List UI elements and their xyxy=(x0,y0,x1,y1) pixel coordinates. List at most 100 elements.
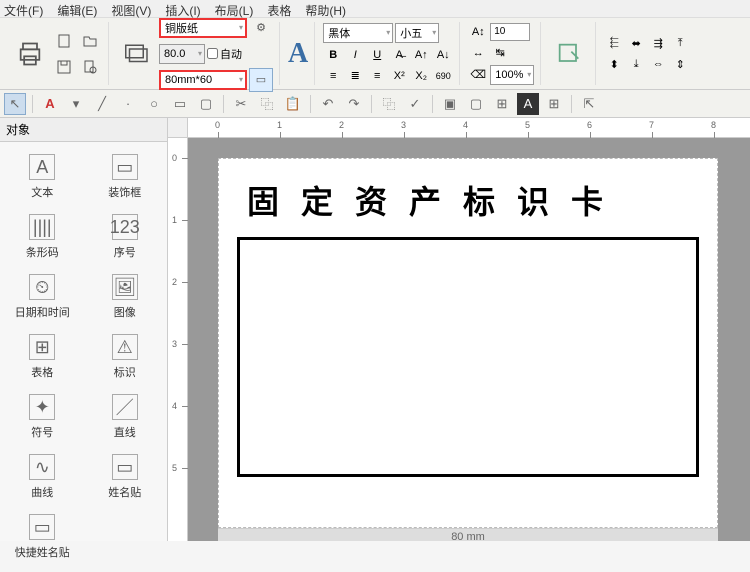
subscript-button[interactable]: X₂ xyxy=(411,67,431,85)
menu-edit[interactable]: 编辑(E) xyxy=(57,2,97,15)
dist-h-icon[interactable]: ⇔ xyxy=(648,55,668,73)
font-shrink-button[interactable]: A↓ xyxy=(433,46,453,64)
width-box[interactable]: 80.0 xyxy=(159,44,205,64)
dot-tool-icon[interactable]: · xyxy=(117,93,139,115)
line-tool-icon[interactable]: ╱ xyxy=(91,93,113,115)
align-r-icon[interactable]: ⇶ xyxy=(648,34,668,52)
leading-input[interactable] xyxy=(490,23,530,41)
zoom-combo[interactable]: 100% xyxy=(490,65,534,85)
select-tool-icon[interactable]: ↖ xyxy=(4,93,26,115)
kerning-icon[interactable]: ↹ xyxy=(490,44,510,62)
tool-装饰框[interactable]: ▭装饰框 xyxy=(89,148,162,206)
superscript-button[interactable]: X² xyxy=(389,67,409,85)
font-family-combo[interactable]: 黑体 xyxy=(323,23,393,43)
menu-help[interactable]: 帮助(H) xyxy=(305,2,346,15)
tool-快捷姓名贴[interactable]: ▭ 快捷姓名贴 xyxy=(6,508,79,566)
scale-690-button[interactable]: 690 xyxy=(433,67,453,85)
auto-checkbox[interactable]: 自动 xyxy=(207,46,242,62)
rect-tool-icon[interactable]: ▭ xyxy=(169,93,191,115)
tool-曲线[interactable]: ∿曲线 xyxy=(6,448,79,506)
tool-label: 条形码 xyxy=(26,244,59,260)
tool-日期和时间[interactable]: ⏲日期和时间 xyxy=(6,268,79,326)
tool-序号[interactable]: 123 序号 xyxy=(89,208,162,266)
align-right-button[interactable]: ≡ xyxy=(367,67,387,85)
font-size-combo[interactable]: 小五 xyxy=(395,23,439,43)
orientation-icon[interactable]: ▭ xyxy=(249,68,273,92)
layout-wizard-icon[interactable] xyxy=(549,34,589,74)
export-icon[interactable]: ⇱ xyxy=(578,93,600,115)
menu-file[interactable]: 文件(F) xyxy=(4,2,43,15)
save-icon[interactable] xyxy=(52,55,76,79)
vertical-ruler: 012345 xyxy=(168,138,188,541)
tool-icon: ▭ xyxy=(29,514,55,540)
oval-tool-icon[interactable]: ○ xyxy=(143,93,165,115)
tool-label: 符号 xyxy=(31,424,53,440)
undo-icon[interactable]: ↶ xyxy=(317,93,339,115)
text-tool-icon[interactable]: A xyxy=(39,93,61,115)
align-center-button[interactable]: ≣ xyxy=(345,67,365,85)
preview-icon[interactable] xyxy=(78,55,102,79)
align-m-icon[interactable]: ⬍ xyxy=(604,55,624,73)
paper-stock-combo[interactable]: 铜版纸 xyxy=(159,18,247,38)
align-t-icon[interactable]: ⤒ xyxy=(670,34,690,52)
text-block-icon[interactable]: A xyxy=(517,93,539,115)
canvas-background[interactable]: 固定资产标识卡 80 mm xyxy=(188,138,750,541)
tool-符号[interactable]: ✦ 符号 xyxy=(6,388,79,446)
tool-label: 日期和时间 xyxy=(15,304,70,320)
letter-spacing-icon[interactable]: ↔ xyxy=(468,44,488,62)
copy-icon[interactable]: ⿻ xyxy=(256,93,278,115)
font-grow-button[interactable]: A↑ xyxy=(411,46,431,64)
tool-icon: 🖼 xyxy=(112,274,138,300)
tool-label: 序号 xyxy=(114,244,136,260)
label-rectangle[interactable] xyxy=(237,237,699,477)
print-icon[interactable] xyxy=(10,34,50,74)
menu-view[interactable]: 视图(V) xyxy=(111,2,151,15)
paper-settings-icon[interactable]: ⚙ xyxy=(249,16,273,40)
tool-label: 文本 xyxy=(31,184,53,200)
tool-图像[interactable]: 🖼图像 xyxy=(89,268,162,326)
align-l-icon[interactable]: ⬱ xyxy=(604,34,624,52)
bold-button[interactable]: B xyxy=(323,46,343,64)
menu-insert[interactable]: 插入(I) xyxy=(165,2,200,15)
tool-label: 装饰框 xyxy=(108,184,141,200)
open-icon[interactable] xyxy=(78,29,102,53)
align-b-icon[interactable]: ⤓ xyxy=(626,55,646,73)
menu-bar: 文件(F) 编辑(E) 视图(V) 插入(I) 布局(L) 表格 帮助(H) xyxy=(0,0,750,18)
tool-姓名贴[interactable]: ▭姓名贴 xyxy=(89,448,162,506)
line-spacing-icon[interactable]: A↕ xyxy=(468,23,488,41)
labels-icon[interactable] xyxy=(117,34,157,74)
menu-table[interactable]: 表格 xyxy=(267,2,291,15)
tool-icon: 123 xyxy=(112,214,138,240)
underline-button[interactable]: U xyxy=(367,46,387,64)
align-left-button[interactable]: ≡ xyxy=(323,67,343,85)
italic-button[interactable]: I xyxy=(345,46,365,64)
tool-条形码[interactable]: ||||条形码 xyxy=(6,208,79,266)
tool-标识[interactable]: ⚠标识 xyxy=(89,328,162,386)
paste-style-icon[interactable]: ✓ xyxy=(404,93,426,115)
label-page[interactable]: 固定资产标识卡 xyxy=(218,158,718,528)
redo-icon[interactable]: ↷ xyxy=(343,93,365,115)
tool-表格[interactable]: ⊞表格 xyxy=(6,328,79,386)
size-preset-combo[interactable]: 80mm*60 xyxy=(159,70,247,90)
label-title-text[interactable]: 固定资产标识卡 xyxy=(229,169,707,231)
ruler-corner xyxy=(168,118,188,138)
menu-layout[interactable]: 布局(L) xyxy=(215,2,254,15)
tool-label: 快捷姓名贴 xyxy=(15,544,70,560)
send-back-icon[interactable]: ▢ xyxy=(465,93,487,115)
clear-format-icon[interactable]: ⌫ xyxy=(468,66,488,84)
copy-style-icon[interactable]: ⿻ xyxy=(378,93,400,115)
bring-front-icon[interactable]: ▣ xyxy=(439,93,461,115)
doc-new-icon[interactable] xyxy=(52,29,76,53)
grid-icon[interactable]: ⊞ xyxy=(543,93,565,115)
paste-icon[interactable]: 📋 xyxy=(282,93,304,115)
tool-直线[interactable]: ／直线 xyxy=(89,388,162,446)
align-c-icon[interactable]: ⬌ xyxy=(626,34,646,52)
rrect-tool-icon[interactable]: ▢ xyxy=(195,93,217,115)
cut-icon[interactable]: ✂ xyxy=(230,93,252,115)
group-icon[interactable]: ⊞ xyxy=(491,93,513,115)
tool-文本[interactable]: A文本 xyxy=(6,148,79,206)
dist-v-icon[interactable]: ⇕ xyxy=(670,55,690,73)
dropdown-icon[interactable]: ▾ xyxy=(65,93,87,115)
strike-button[interactable]: A̶ xyxy=(389,46,409,64)
tool-icon: ✦ xyxy=(29,394,55,420)
